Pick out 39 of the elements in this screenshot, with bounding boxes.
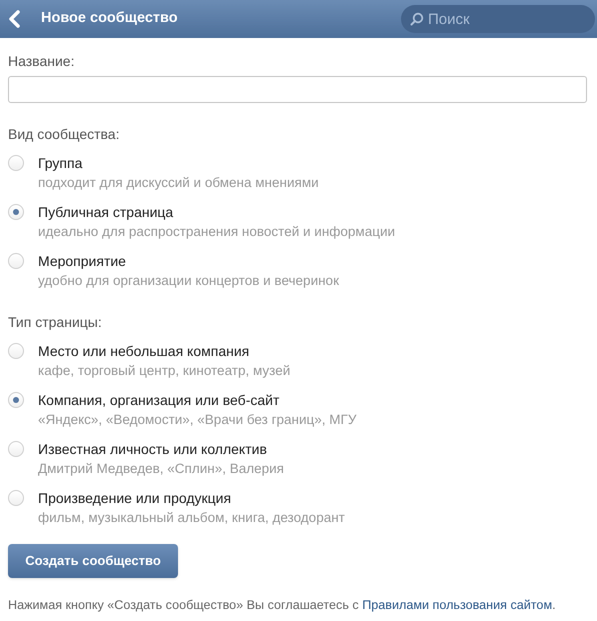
section-label: Тип страницы: xyxy=(8,313,103,331)
name-input[interactable] xyxy=(8,76,587,103)
option-title: Компания, организация или веб-сайт xyxy=(38,391,280,409)
rules-link[interactable]: Правилами пользования сайтом xyxy=(362,598,552,612)
option-description: кафе, торговый центр, кинотеатр, музей xyxy=(38,362,290,380)
radio-option[interactable]: Место или небольшая компания кафе, торговый центр, кинотеатр, музей xyxy=(8,342,589,380)
option-title: Известная личность или коллектив xyxy=(38,440,268,458)
search-icon xyxy=(410,12,424,26)
create-button[interactable]: Создать сообщество xyxy=(8,544,178,578)
back-button[interactable] xyxy=(7,9,21,29)
radio-option[interactable]: Публичная страница идеально для распространения новостей и информации xyxy=(8,203,589,241)
option-title: Место или небольшая компания xyxy=(38,342,250,360)
radio-option[interactable]: Известная личность или коллектив Дмитрий Медведев, «Сплин», Валерия xyxy=(8,440,589,478)
radio-button[interactable] xyxy=(8,441,24,457)
option-description: подходит для дискуссий и обмена мнениями xyxy=(38,174,319,192)
field-label: Название: xyxy=(8,52,76,70)
radio-button[interactable] xyxy=(8,204,24,220)
footer-text: Нажимая кнопку «Создать сообщество» Вы соглашаетесь с Правилами пользования сайтом. xyxy=(8,597,557,613)
search-field[interactable]: Поиск xyxy=(401,5,595,33)
radio-option[interactable]: Произведение или продукция фильм, музыкальный альбом, книга, дезодорант xyxy=(8,489,589,527)
radio-button[interactable] xyxy=(8,253,24,269)
radio-option[interactable]: Мероприятие удобно для организации концертов и вечеринок xyxy=(8,252,589,290)
page-title: Новое сообщество xyxy=(41,9,178,28)
radio-option[interactable]: Группа подходит для дискуссий и обмена мнениями xyxy=(8,154,589,192)
section-label: Вид сообщества: xyxy=(8,125,120,143)
option-description: удобно для организации концертов и вечеринок xyxy=(38,272,339,290)
option-description: фильм, музыкальный альбом, книга, дезодорант xyxy=(38,509,345,527)
option-description: Дмитрий Медведев, «Сплин», Валерия xyxy=(38,460,284,478)
option-title: Произведение или продукция xyxy=(38,489,232,507)
option-description: «Яндекс», «Ведомости», «Врачи без границ», МГУ xyxy=(38,411,356,429)
radio-option[interactable]: Компания, организация или веб-сайт «Яндекс», «Ведомости», «Врачи без границ», МГУ xyxy=(8,391,589,429)
radio-button[interactable] xyxy=(8,392,24,408)
radio-button[interactable] xyxy=(8,343,24,359)
radio-button[interactable] xyxy=(8,155,24,171)
option-title: Публичная страница xyxy=(38,203,174,221)
option-description: идеально для распространения новостей и информации xyxy=(38,223,396,241)
radio-button[interactable] xyxy=(8,490,24,506)
option-title: Группа xyxy=(38,154,84,172)
option-title: Мероприятие xyxy=(38,252,127,270)
